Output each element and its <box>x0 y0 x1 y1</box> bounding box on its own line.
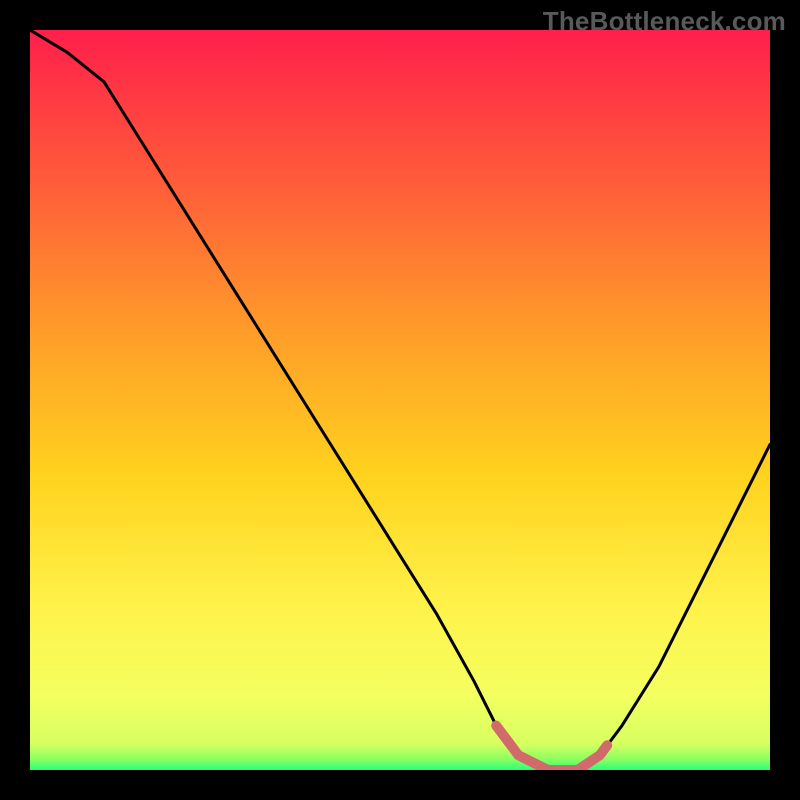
chart-frame <box>30 30 770 770</box>
bottleneck-chart <box>30 30 770 770</box>
watermark-text: TheBottleneck.com <box>543 6 786 37</box>
